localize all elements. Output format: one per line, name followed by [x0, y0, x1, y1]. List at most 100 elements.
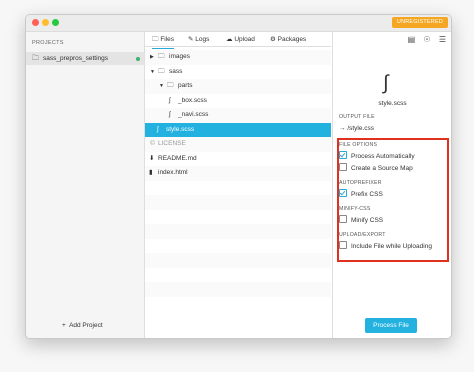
empty-row [145, 282, 331, 297]
preview-icon[interactable]: ☉ [423, 35, 430, 44]
tab-bar: 🗀 Files ✎ Logs ☁ Upload ⚙ Packages [145, 32, 331, 49]
file-label: LICENSE [158, 140, 186, 147]
file-icon: ▮ [149, 169, 153, 176]
file-row[interactable]: © LICENSE [145, 137, 331, 152]
project-item[interactable]: 🗀 sass_prepros_settings [26, 52, 144, 65]
menu-icon[interactable]: ☰ [439, 35, 446, 44]
chevron-right-icon[interactable]: ▶ [150, 50, 154, 65]
download-icon: ⬇ [149, 154, 155, 162]
option-label: Minify CSS [351, 217, 384, 224]
package-icon: ⚙ [270, 36, 276, 43]
tab-files-label: Files [160, 36, 175, 43]
process-automatically-checkbox[interactable]: Process Automatically [339, 151, 415, 161]
empty-row [145, 224, 331, 239]
file-tree: ▶ 🗀 images ▼ 🗀 sass ▼ 🗀 parts ∫ _box.scs… [145, 50, 331, 311]
autoprefixer-heading: AUTOPREFIXER [339, 180, 382, 186]
empty-row [145, 297, 331, 312]
file-label: README.md [158, 154, 197, 162]
pencil-icon: ✎ [188, 36, 194, 43]
license-icon: © [150, 140, 155, 147]
folder-icon: 🗀 [158, 53, 165, 60]
arrow-right-icon: → [339, 125, 346, 132]
file-name: style.scss [378, 100, 407, 107]
unregistered-badge[interactable]: UNREGISTERED [391, 17, 448, 28]
tab-logs-label: Logs [195, 36, 210, 43]
minimize-window-button[interactable] [42, 19, 49, 26]
folder-icon: 🗀 [32, 55, 39, 62]
file-options-heading: FILE OPTIONS [339, 142, 378, 148]
file-label: _navi.scss [178, 111, 209, 118]
source-map-checkbox[interactable]: Create a Source Map [339, 163, 413, 173]
tab-upload-label: Upload [234, 36, 255, 43]
file-row[interactable]: ▼ 🗀 parts [145, 79, 331, 94]
chevron-down-icon[interactable]: ▼ [159, 79, 164, 94]
output-heading: OUTPUT FILE [339, 114, 375, 120]
file-row-selected[interactable]: ∫ style.scss [145, 122, 331, 137]
option-label: Create a Source Map [351, 165, 413, 172]
file-label: parts [178, 82, 193, 89]
include-upload-checkbox[interactable]: Include File while Uploading [339, 241, 432, 251]
option-label: Prefix CSS [351, 191, 383, 198]
option-label: Process Automatically [351, 153, 415, 160]
sass-icon: ∫ [169, 96, 171, 104]
folder-icon: 🗀 [167, 82, 174, 89]
folder-icon: 🗀 [158, 67, 165, 75]
folder-icon: 🗀 [152, 36, 159, 43]
file-label: style.scss [166, 125, 195, 133]
sass-icon: ∫ [169, 111, 171, 118]
title-bar: UNREGISTERED [26, 15, 451, 32]
output-path[interactable]: → /style.css [339, 124, 374, 133]
toolbar-icons: ▤ ☉ ☰ [402, 35, 446, 44]
file-row[interactable]: ▼ 🗀 sass [145, 65, 331, 80]
file-label: index.html [158, 169, 188, 176]
layout-icon[interactable]: ▤ [408, 35, 416, 44]
empty-row [145, 210, 331, 225]
process-file-button[interactable]: Process File [365, 318, 417, 333]
sass-icon: ∫ [157, 125, 159, 133]
sass-icon: ∫ [383, 72, 389, 94]
status-dot [136, 57, 140, 61]
option-label: Include File while Uploading [351, 243, 432, 250]
checkbox-checked-icon [339, 189, 347, 197]
chevron-down-icon[interactable]: ▼ [150, 65, 155, 80]
output-path-label: /style.css [347, 125, 375, 132]
projects-heading: PROJECTS [32, 40, 64, 46]
app-window: UNREGISTERED PROJECTS 🗀 sass_prepros_set… [25, 14, 452, 339]
empty-row [145, 239, 331, 254]
file-label: sass [169, 67, 183, 75]
minify-heading: MINIFY-CSS [339, 206, 371, 212]
file-label: images [169, 53, 190, 60]
file-row[interactable]: ▶ 🗀 images [145, 50, 331, 65]
projects-sidebar: PROJECTS 🗀 sass_prepros_settings + Add P… [26, 32, 145, 338]
close-window-button[interactable] [32, 19, 39, 26]
file-label: _box.scss [178, 96, 207, 104]
zoom-window-button[interactable] [52, 19, 59, 26]
file-row[interactable]: ▮ index.html [145, 166, 331, 181]
empty-row [145, 268, 331, 283]
empty-row [145, 181, 331, 196]
checkbox-icon [339, 215, 347, 223]
file-row[interactable]: ⬇ README.md [145, 152, 331, 167]
file-row[interactable]: ∫ _box.scss [145, 94, 331, 109]
tab-files[interactable]: 🗀 Files [152, 35, 175, 49]
add-project-label: Add Project [69, 322, 103, 329]
prefix-css-checkbox[interactable]: Prefix CSS [339, 189, 383, 199]
tab-packages-label: Packages [277, 36, 307, 43]
file-row[interactable]: ∫ _navi.scss [145, 108, 331, 123]
tab-upload[interactable]: ☁ Upload [226, 35, 255, 43]
empty-row [145, 195, 331, 210]
checkbox-icon [339, 163, 347, 171]
tab-packages[interactable]: ⚙ Packages [270, 35, 306, 43]
upload-heading: UPLOAD/EXPORT [339, 232, 386, 238]
empty-row [145, 253, 331, 268]
plus-icon: + [62, 322, 66, 329]
cloud-icon: ☁ [226, 36, 233, 43]
checkbox-checked-icon [339, 151, 347, 159]
checkbox-icon [339, 241, 347, 249]
files-panel: 🗀 Files ✎ Logs ☁ Upload ⚙ Packages ▶ 🗀 i… [145, 32, 331, 338]
minify-css-checkbox[interactable]: Minify CSS [339, 215, 383, 225]
add-project-button[interactable]: + Add Project [62, 322, 103, 329]
file-detail-panel: ▤ ☉ ☰ ∫ style.scss OUTPUT FILE → /style.… [332, 32, 451, 338]
project-name: sass_prepros_settings [43, 55, 109, 62]
tab-logs[interactable]: ✎ Logs [188, 35, 209, 43]
